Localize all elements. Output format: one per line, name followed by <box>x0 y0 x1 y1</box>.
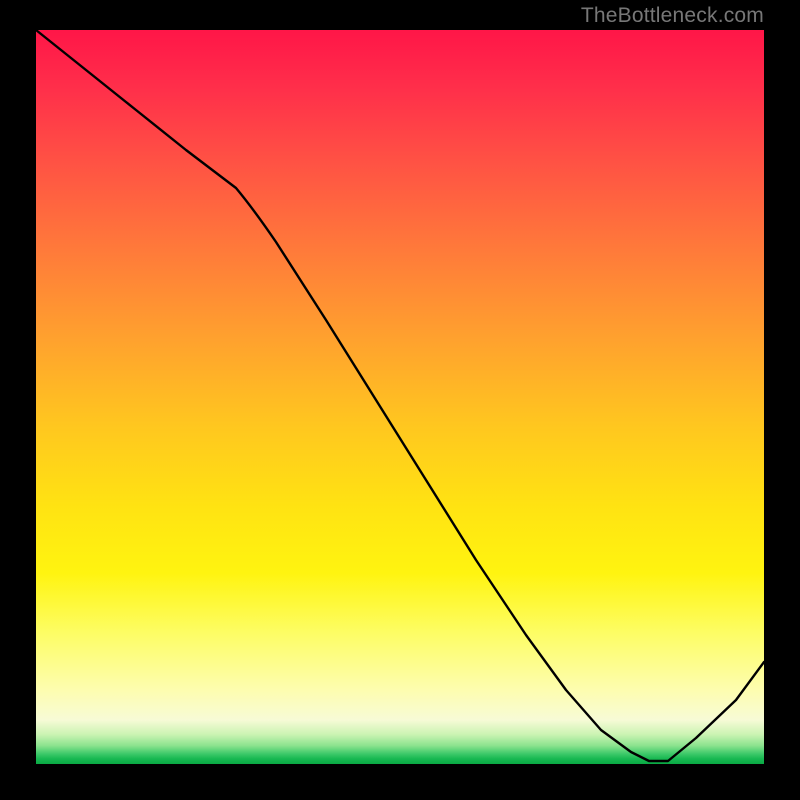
chart-frame: TheBottleneck.com <box>0 0 800 800</box>
curve-svg <box>36 30 764 764</box>
gradient-plot-area <box>36 30 764 764</box>
bottleneck-curve <box>36 30 764 761</box>
watermark-text: TheBottleneck.com <box>581 4 764 28</box>
